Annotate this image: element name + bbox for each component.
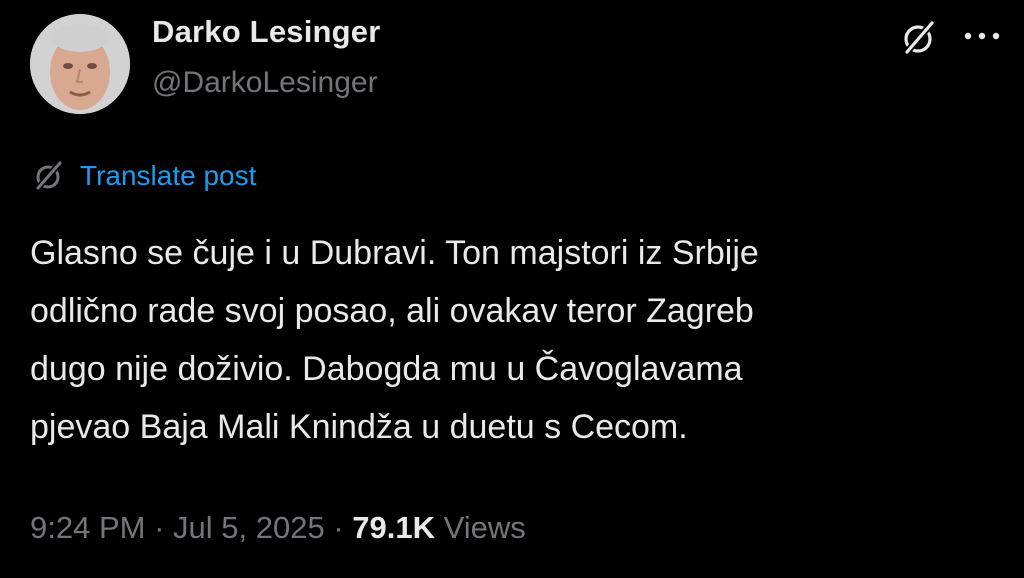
grok-icon: [30, 158, 66, 194]
post-text-line: odlično rade svoj posao, ali ovakav tero…: [30, 292, 754, 330]
tweet-card: Darko Lesinger @DarkoLesinger Translate …: [0, 0, 1024, 578]
more-dots-icon[interactable]: [958, 26, 1006, 46]
views-label: Views: [443, 510, 526, 545]
meta-separator: ·: [154, 510, 165, 545]
avatar-image: [30, 14, 130, 114]
author-handle[interactable]: @DarkoLesinger: [152, 66, 378, 100]
author-display-name[interactable]: Darko Lesinger: [152, 14, 381, 50]
post-text-line: Glasno se čuje i u Dubravi. Ton majstori…: [30, 234, 759, 272]
post-text-line: dugo nije doživio. Dabogda mu u Čavoglav…: [30, 350, 743, 388]
avatar[interactable]: [30, 14, 130, 114]
post-meta: 9:24 PM · Jul 5, 2025 · 79.1K Views: [30, 510, 526, 546]
views-count[interactable]: 79.1K: [352, 510, 435, 545]
post-text: Glasno se čuje i u Dubravi. Ton majstori…: [30, 224, 1010, 456]
meta-separator: ·: [333, 510, 344, 545]
post-text-line: pjevao Baja Mali Knindža u duetu s Cecom…: [30, 408, 688, 446]
post-time[interactable]: 9:24 PM: [30, 510, 145, 545]
grok-icon[interactable]: [898, 18, 938, 58]
post-date[interactable]: Jul 5, 2025: [173, 510, 325, 545]
translate-post-link[interactable]: Translate post: [30, 158, 256, 194]
translate-post-label: Translate post: [80, 160, 257, 191]
